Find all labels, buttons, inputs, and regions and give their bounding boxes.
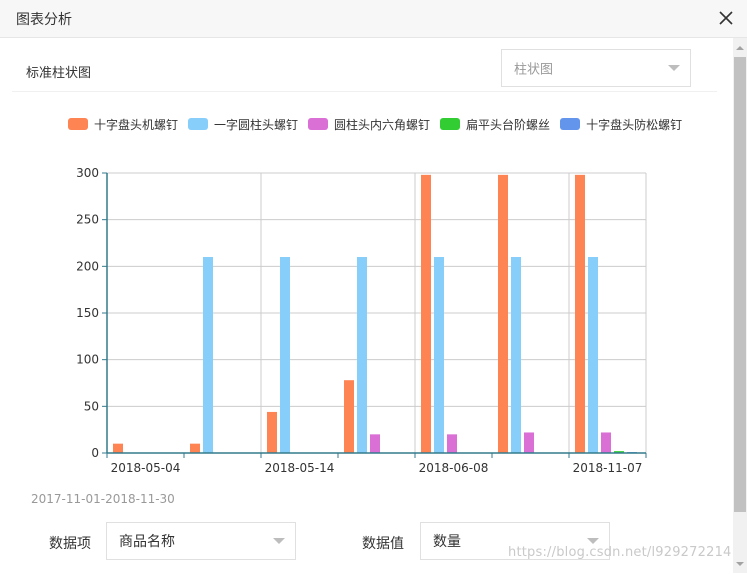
x-tick-label: 2018-11-07 [573, 461, 643, 475]
bar [344, 380, 354, 453]
y-tick-label: 200 [76, 259, 99, 273]
bar [190, 443, 200, 453]
bar [357, 257, 367, 453]
bar [524, 432, 534, 453]
bar-chart: 0 50 100 150 200 250 300 2018-05-04 2018-05-14 20… [76, 166, 647, 475]
bar [498, 174, 508, 453]
bar [575, 174, 585, 453]
bar [267, 411, 277, 453]
bar [113, 443, 123, 453]
data-value-label: 数据值 [362, 536, 404, 552]
date-range-text: 2017-11-01-2018-11-30 [31, 492, 175, 506]
data-item-value: 商品名称 [119, 534, 175, 550]
y-tick-label: 0 [91, 446, 99, 460]
bar [588, 257, 598, 453]
bar [434, 257, 444, 453]
y-tick-label: 250 [76, 213, 99, 227]
bar [447, 434, 457, 453]
watermark: https://blog.csdn.net/l929272214 [508, 545, 732, 560]
x-tick-label: 2018-05-04 [111, 461, 181, 475]
bar [421, 174, 431, 453]
y-tick-label: 100 [76, 353, 99, 367]
y-tick-label: 150 [76, 306, 99, 320]
bar [203, 257, 213, 453]
y-tick-label: 50 [84, 399, 99, 413]
bar [280, 257, 290, 453]
x-tick-label: 2018-06-08 [419, 461, 489, 475]
data-value-value: 数量 [433, 534, 461, 550]
x-tick-label: 2018-05-14 [265, 461, 335, 475]
chevron-down-icon [273, 538, 285, 544]
bar [511, 257, 521, 453]
data-item-label: 数据项 [49, 536, 91, 552]
bar [601, 432, 611, 453]
bar [370, 434, 380, 453]
y-tick-label: 300 [76, 166, 99, 180]
data-item-select[interactable]: 商品名称 [106, 522, 296, 560]
chevron-down-icon [587, 538, 599, 544]
